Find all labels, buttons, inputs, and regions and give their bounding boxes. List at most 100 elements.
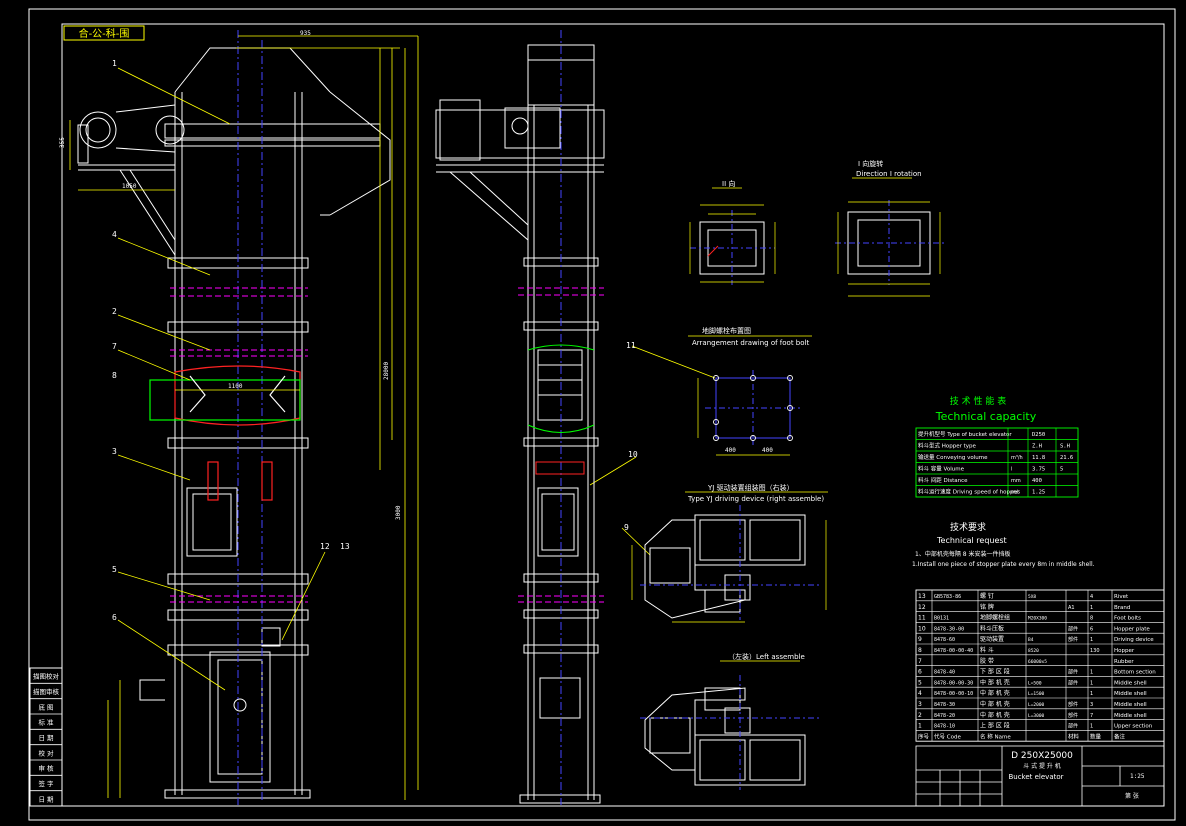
parts-cell: GB5783-86: [934, 594, 961, 600]
parts-cell: 胶 带: [980, 657, 994, 665]
tech-row-unit: m/s: [1011, 490, 1021, 496]
parts-cell: 4: [1090, 594, 1093, 600]
svg-text:6: 6: [112, 613, 117, 622]
tech-row-label: 提升机型号 Type of bucket elevator: [918, 430, 1012, 438]
parts-cell: 3: [918, 701, 922, 708]
svg-text:Bucket elevator: Bucket elevator: [1008, 773, 1063, 781]
svg-text:8: 8: [112, 371, 117, 380]
parts-cell: 11: [918, 615, 926, 622]
svg-text:28000: 28000: [383, 362, 390, 380]
parts-cell: 3: [1090, 702, 1093, 708]
svg-text:9: 9: [624, 523, 629, 532]
parts-cell: 料 斗: [980, 646, 994, 654]
parts-cell: 66000x5: [1028, 659, 1047, 665]
parts-cell: 7: [918, 658, 922, 665]
parts-cell: Middle shell: [1114, 691, 1147, 697]
parts-cell: 7: [1090, 713, 1093, 719]
svg-text:技术要求: 技术要求: [950, 521, 986, 533]
parts-cell: Middle shell: [1114, 702, 1147, 708]
side-label: 描图校对: [33, 672, 60, 681]
tech-row-val1: Z.H: [1032, 444, 1042, 450]
parts-header-name: 名 称 Name: [980, 732, 1011, 740]
parts-cell: 地脚螺栓组: [980, 614, 1010, 622]
tech-row-val1: 1.25: [1032, 490, 1045, 496]
parts-cell: 12: [918, 604, 926, 611]
parts-cell: 部件: [1068, 669, 1078, 676]
svg-text:355: 355: [59, 137, 66, 148]
parts-cell: Foot bolts: [1114, 616, 1141, 622]
parts-cell: 8478-00-00-10: [934, 691, 973, 697]
svg-text:3000: 3000: [395, 505, 402, 520]
svg-text:400: 400: [762, 447, 773, 454]
parts-cell: 料斗压板: [980, 624, 1004, 632]
svg-text:400: 400: [725, 447, 736, 454]
parts-cell: Middle shell: [1114, 713, 1147, 719]
svg-text:Technical request: Technical request: [936, 536, 1007, 545]
tech-row-label: 料斗 间距 Distance: [918, 476, 968, 484]
parts-cell: 8: [918, 647, 922, 654]
side-label: 日 期: [38, 795, 54, 803]
parts-header-qty: 数量: [1090, 732, 1102, 740]
parts-cell: 部件: [1068, 701, 1078, 708]
svg-text:合-公-科-围: 合-公-科-围: [79, 27, 130, 40]
svg-text:1050: 1050: [122, 183, 137, 190]
side-label: 描图审核: [33, 687, 60, 696]
parts-header-note: 备注: [1114, 732, 1126, 740]
tech-row-val1: 11.8: [1032, 455, 1045, 461]
svg-text:斗 式 提 升 机: 斗 式 提 升 机: [1023, 762, 1061, 770]
svg-text:Arrangement drawing of foot bo: Arrangement drawing of foot bolt: [692, 339, 809, 347]
parts-cell: 6: [1090, 626, 1093, 632]
parts-cell: 4: [918, 690, 922, 697]
parts-header-code: 代号 Code: [934, 732, 961, 740]
parts-cell: 8478-40: [934, 670, 955, 676]
parts-cell: 部件: [1068, 636, 1078, 643]
parts-cell: 1: [1090, 691, 1093, 697]
tech-row-label: 料斗型式 Hopper type: [918, 442, 977, 450]
parts-cell: L=3000: [1028, 713, 1045, 719]
svg-text:Type YJ driving device (right: Type YJ driving device (right assemble): [687, 495, 824, 503]
parts-cell: 中 部 机 壳: [980, 678, 1010, 686]
parts-cell: 1: [1090, 670, 1093, 676]
parts-cell: 部件: [1068, 712, 1078, 719]
side-label: 底 图: [38, 702, 53, 711]
svg-text:4: 4: [112, 230, 117, 239]
parts-cell: 中 部 机 壳: [980, 689, 1010, 697]
parts-cell: 10: [918, 625, 926, 632]
parts-cell: 6: [918, 669, 922, 676]
parts-cell: 9: [918, 636, 922, 643]
svg-text:第 张: 第 张: [1125, 792, 1139, 800]
svg-text:1:25: 1:25: [1130, 773, 1145, 780]
parts-header-no: 序号: [918, 732, 930, 740]
parts-cell: 8: [1090, 616, 1093, 622]
parts-cell: 13: [918, 593, 926, 600]
cad-drawing: 合-公-科-围 描图校对描图审核底 图标 准日 期校 对审 核签 字日 期 93…: [0, 0, 1186, 826]
parts-cell: Hopper plate: [1114, 626, 1150, 632]
svg-text:（左装）Left assemble: （左装）Left assemble: [728, 652, 805, 661]
parts-cell: 中 部 机 壳: [980, 700, 1010, 708]
parts-cell: 中 部 机 壳: [980, 711, 1010, 719]
parts-cell: M20X300: [1028, 616, 1047, 622]
parts-cell: 1: [1090, 637, 1093, 643]
parts-cell: Driving device: [1114, 637, 1154, 643]
svg-text:10: 10: [628, 450, 638, 459]
parts-cell: 1: [1090, 680, 1093, 686]
tech-row-val1: D250: [1032, 432, 1045, 438]
parts-cell: 2: [918, 712, 922, 719]
parts-cell: B0131: [934, 616, 949, 622]
tech-row-val2: 21.6: [1060, 455, 1073, 461]
tech-row-label: 输送量 Conveying volume: [918, 453, 988, 461]
parts-cell: Middle shell: [1114, 680, 1147, 686]
svg-text:935: 935: [300, 30, 311, 37]
parts-cell: Upper section: [1114, 724, 1153, 730]
parts-cell: 130: [1090, 648, 1100, 654]
svg-text:地脚螺栓布置图: 地脚螺栓布置图: [702, 326, 751, 335]
svg-text:技 术 性 能 表: 技 术 性 能 表: [950, 395, 1006, 407]
svg-text:12: 12: [320, 542, 330, 551]
parts-cell: 下 部 区 段: [980, 668, 1010, 676]
side-label: 标 准: [38, 718, 54, 727]
parts-cell: Rubber: [1114, 659, 1134, 665]
parts-cell: 5X8: [1028, 594, 1036, 600]
parts-cell: 部件: [1068, 723, 1078, 730]
parts-cell: 8520: [1028, 648, 1039, 654]
tech-row-val1: 3.75: [1032, 467, 1045, 473]
